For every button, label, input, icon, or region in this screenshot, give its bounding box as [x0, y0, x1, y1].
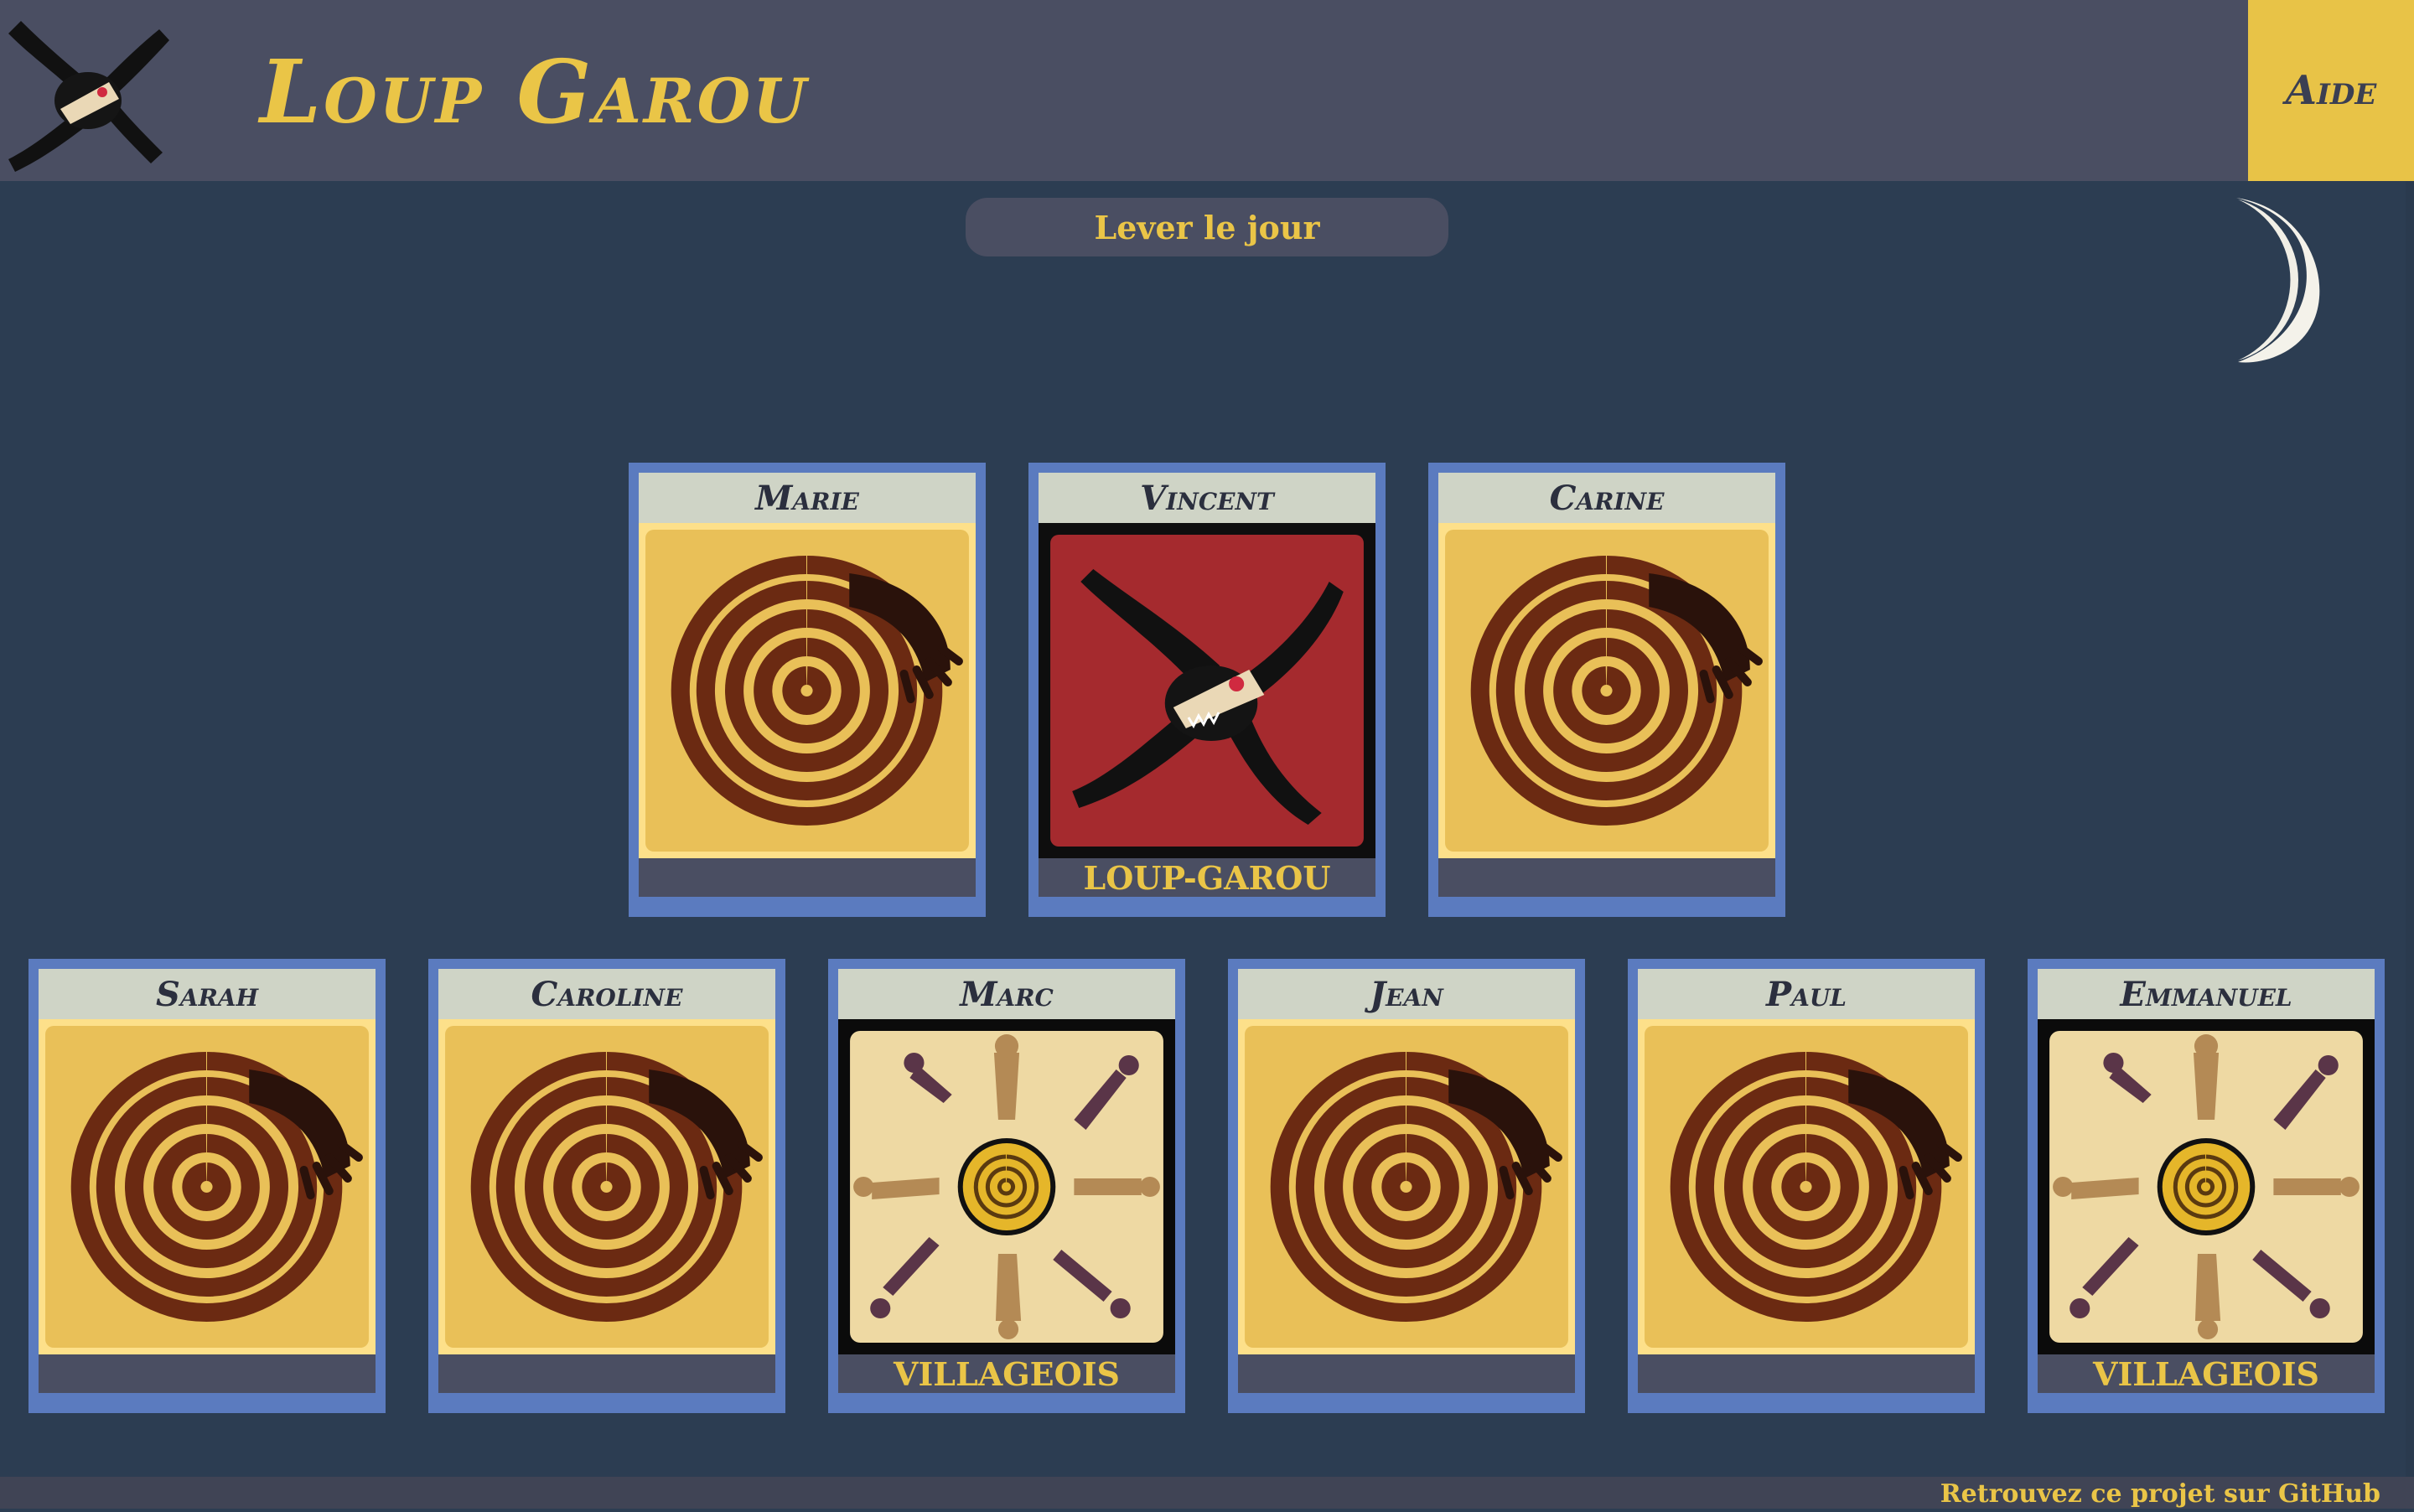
player-name: Caroline: [438, 969, 775, 1019]
player-role: [39, 1354, 376, 1393]
player-role: [639, 858, 976, 897]
player-role: [1438, 858, 1775, 897]
hidden-card-icon: [438, 1019, 775, 1354]
player-card[interactable]: Caroline: [428, 959, 785, 1413]
villager-card-icon: [838, 1019, 1175, 1354]
player-role: [438, 1354, 775, 1393]
player-card[interactable]: Marc VILLAGEOIS: [828, 959, 1185, 1413]
player-card[interactable]: Emmanuel VILLAGEOIS: [2028, 959, 2385, 1413]
hidden-card-icon: [1638, 1019, 1975, 1354]
werewolf-card-icon: [1039, 523, 1375, 858]
player-card[interactable]: Jean: [1228, 959, 1585, 1413]
player-name: Sarah: [39, 969, 376, 1019]
villager-card-icon: [2038, 1019, 2375, 1354]
hidden-card-icon: [639, 523, 976, 858]
player-name: Marc: [838, 969, 1175, 1019]
moon-icon: [2221, 193, 2347, 369]
player-card[interactable]: Vincent LOUP-GAROU: [1028, 463, 1386, 917]
hidden-card-icon: [1238, 1019, 1575, 1354]
player-name: Marie: [639, 473, 976, 523]
scrollbar[interactable]: [2406, 181, 2414, 1477]
footer: Retrouvez ce projet sur GitHub: [0, 1477, 2414, 1509]
player-name: Paul: [1638, 969, 1975, 1019]
werewolf-logo-icon: [0, 8, 176, 176]
hidden-card-icon: [39, 1019, 376, 1354]
player-name: Emmanuel: [2038, 969, 2375, 1019]
hidden-card-icon: [1438, 523, 1775, 858]
player-role: VILLAGEOIS: [838, 1354, 1175, 1393]
player-card[interactable]: Paul: [1628, 959, 1985, 1413]
app-title: Loup Garou: [260, 40, 809, 143]
player-role: [1238, 1354, 1575, 1393]
player-role: [1638, 1354, 1975, 1393]
player-name: Vincent: [1039, 473, 1375, 523]
raise-day-button[interactable]: Lever le jour: [966, 198, 1448, 256]
player-card[interactable]: Carine: [1428, 463, 1785, 917]
player-card[interactable]: Sarah: [28, 959, 386, 1413]
player-name: Carine: [1438, 473, 1775, 523]
app-header: Loup Garou Aide: [0, 0, 2414, 181]
player-name: Jean: [1238, 969, 1575, 1019]
help-button[interactable]: Aide: [2248, 0, 2414, 181]
player-card[interactable]: Marie: [629, 463, 986, 917]
player-role: LOUP-GAROU: [1039, 858, 1375, 897]
github-link[interactable]: Retrouvez ce projet sur GitHub: [1940, 1477, 2380, 1509]
player-role: VILLAGEOIS: [2038, 1354, 2375, 1393]
